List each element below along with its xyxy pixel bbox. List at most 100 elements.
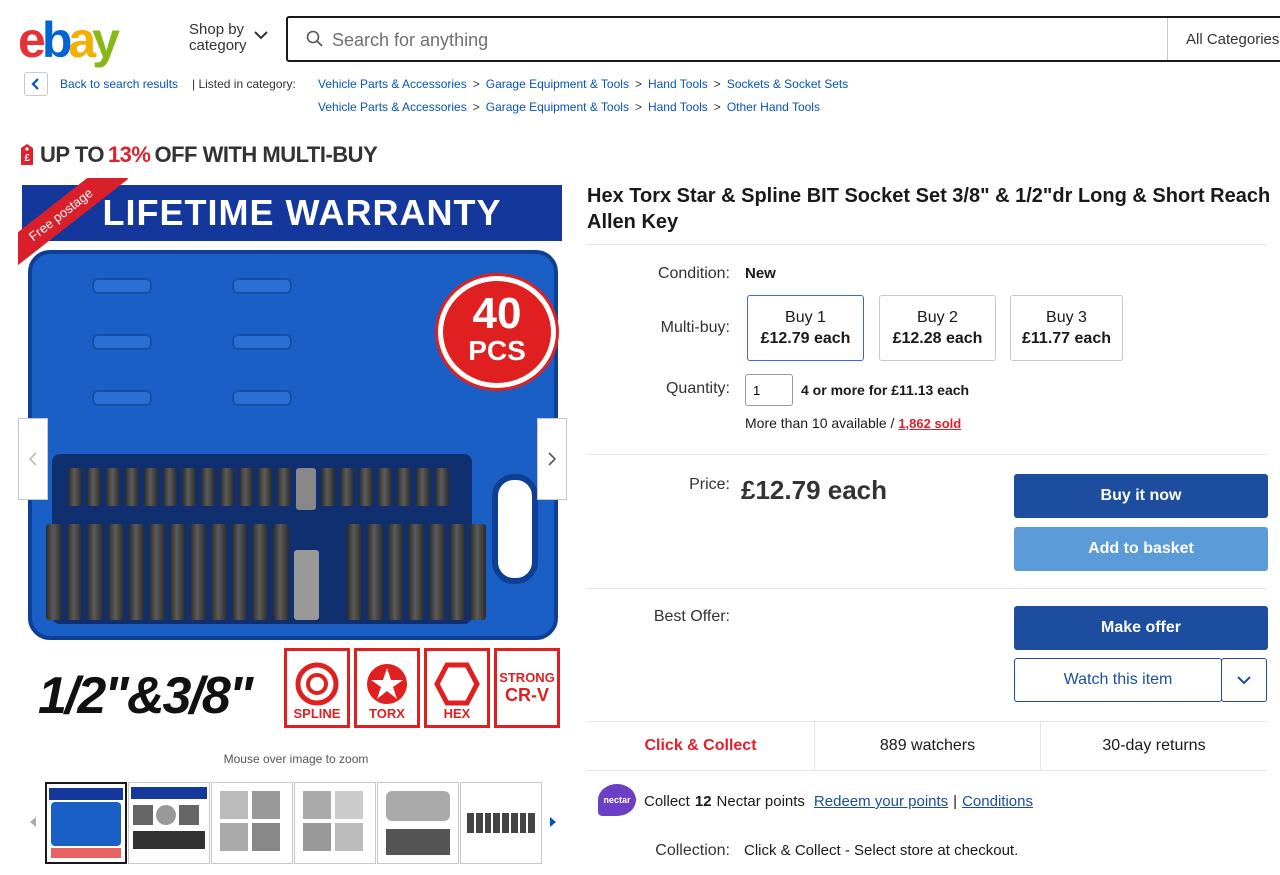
divider [1167, 18, 1168, 60]
multi-buy-promo: £ UP TO 13% OFF WITH MULTI-BUY [18, 142, 378, 168]
nectar-separator: | [953, 793, 958, 810]
watchers-count: 889 watchers [879, 737, 976, 754]
conditions-link[interactable]: Conditions [962, 793, 1033, 810]
strong-crv-feature: STRONG CR-V [494, 648, 560, 728]
badge-number: 40 [472, 289, 522, 338]
hex-feature: HEX [424, 648, 490, 728]
multibuy-qty: Buy 1 [785, 309, 826, 326]
main-product-image[interactable]: LIFETIME WARRANTY 40 PCS Free postage 1/… [18, 178, 566, 734]
thumbnail-next-icon[interactable] [548, 816, 558, 828]
breadcrumb-link[interactable]: Vehicle Parts & Accessories [318, 77, 467, 91]
thumbnail-prev-icon[interactable] [28, 816, 38, 828]
logo-letter-e: e [18, 12, 46, 68]
breadcrumb-link[interactable]: Garage Equipment & Tools [486, 77, 629, 91]
chevron-left-icon [28, 452, 37, 466]
nectar-prefix: Collect [644, 793, 690, 810]
hex-label: HEX [443, 706, 471, 721]
bulk-offer: 4 or more for £11.13 each [801, 382, 970, 398]
hex-icon [434, 662, 480, 706]
breadcrumb-row-2: Vehicle Parts & Accessories > Garage Equ… [318, 100, 820, 114]
multibuy-option-1[interactable]: Buy 1 £12.79 each [747, 295, 864, 361]
spline-icon [295, 662, 339, 706]
shop-by-line1: Shop by [189, 21, 245, 38]
breadcrumb-link[interactable]: Vehicle Parts & Accessories [318, 100, 467, 114]
breadcrumb-separator: > [634, 100, 642, 114]
multibuy-option-2[interactable]: Buy 2 £12.28 each [879, 295, 996, 361]
redeem-points-link[interactable]: Redeem your points [814, 793, 948, 810]
multibuy-price: £12.79 each [760, 330, 851, 347]
thumbnail-3[interactable] [211, 782, 293, 864]
thumbnail-5[interactable] [377, 782, 459, 864]
long-bits-row [46, 520, 486, 620]
logo-letter-b: b [41, 12, 72, 68]
availability-line: More than 10 available / 1,862 sold [745, 415, 961, 431]
torx-label: TORX [369, 706, 405, 721]
spline-label: SPLINE [293, 706, 341, 721]
chevron-down-icon [1237, 676, 1251, 685]
breadcrumb-link[interactable]: Hand Tools [648, 100, 708, 114]
thumbnail-4[interactable] [294, 782, 376, 864]
nectar-points: 12 [694, 793, 712, 810]
divider [587, 244, 1267, 245]
thumbnail-6[interactable] [460, 782, 542, 864]
multibuy-option-3[interactable]: Buy 3 £11.77 each [1010, 295, 1123, 361]
divider [587, 588, 1267, 589]
watch-item-button[interactable]: Watch this item [1014, 658, 1222, 702]
make-offer-button[interactable]: Make offer [1014, 606, 1268, 650]
chevron-down-icon [254, 31, 268, 40]
breadcrumb-link[interactable]: Other Hand Tools [727, 100, 820, 114]
image-prev-button[interactable] [18, 418, 48, 500]
breadcrumb-separator: > [472, 77, 480, 91]
thumbnail-2[interactable] [128, 782, 210, 864]
back-button[interactable] [24, 72, 48, 96]
torx-icon [367, 664, 407, 704]
ebay-logo[interactable]: ebay [18, 12, 120, 68]
crv-label: CR-V [505, 685, 549, 705]
nectar-logo-text: nectar [603, 795, 631, 805]
multibuy-label: Multi-buy: [660, 319, 730, 336]
promo-percent: 13% [107, 142, 151, 167]
breadcrumb-separator: > [713, 77, 721, 91]
breadcrumb-separator: > [634, 77, 642, 91]
best-offer-label: Best Offer: [653, 608, 730, 625]
zoom-hint: Mouse over image to zoom [223, 752, 369, 766]
chevron-left-icon [31, 78, 39, 90]
40-pcs-badge: 40 PCS [438, 276, 556, 388]
search-icon [306, 30, 323, 47]
buy-it-now-button[interactable]: Buy it now [1014, 474, 1268, 518]
breadcrumb-row-1: Vehicle Parts & Accessories > Garage Equ… [318, 77, 848, 91]
breadcrumb-link[interactable]: Hand Tools [648, 77, 708, 91]
image-next-button[interactable] [537, 418, 567, 500]
promo-prefix: UP TO [40, 142, 104, 167]
shop-by-category-button[interactable]: Shop by category [189, 22, 247, 54]
price-value: £12.79 each [741, 475, 888, 505]
nectar-logo: nectar [598, 784, 636, 816]
availability-text: More than 10 available / [745, 415, 895, 431]
condition-value: New [745, 265, 776, 282]
multibuy-price: £12.28 each [892, 330, 983, 347]
multibuy-qty: Buy 2 [917, 309, 958, 326]
watch-dropdown-button[interactable] [1221, 658, 1267, 702]
search-input[interactable] [332, 28, 1152, 52]
short-bits-row [68, 468, 478, 510]
breadcrumb-separator: > [713, 100, 721, 114]
nectar-line: Collect 12 Nectar points Redeem your poi… [644, 793, 1033, 810]
collection-value: Click & Collect - Select store at checko… [744, 842, 1019, 859]
torx-feature: TORX [354, 648, 420, 728]
condition-label: Condition: [657, 265, 730, 282]
quantity-input[interactable] [745, 374, 793, 406]
back-to-results-link[interactable]: Back to search results [60, 77, 178, 91]
add-to-basket-button[interactable]: Add to basket [1014, 527, 1268, 571]
product-title: Hex Torx Star & Spline BIT Socket Set 3/… [587, 185, 1271, 233]
shop-by-line2: category [189, 37, 247, 54]
divider [587, 454, 1267, 455]
click-collect-badge: Click & Collect [644, 737, 757, 754]
breadcrumb-link[interactable]: Sockets & Socket Sets [727, 77, 848, 91]
category-select[interactable]: All Categories [1186, 31, 1279, 48]
breadcrumb-link[interactable]: Garage Equipment & Tools [486, 100, 629, 114]
thumbnail-1[interactable] [45, 782, 127, 864]
multibuy-qty: Buy 3 [1046, 309, 1087, 326]
strong-label: STRONG [499, 670, 555, 685]
multibuy-price: £11.77 each [1022, 330, 1111, 347]
sold-count-link[interactable]: 1,862 sold [898, 416, 961, 431]
